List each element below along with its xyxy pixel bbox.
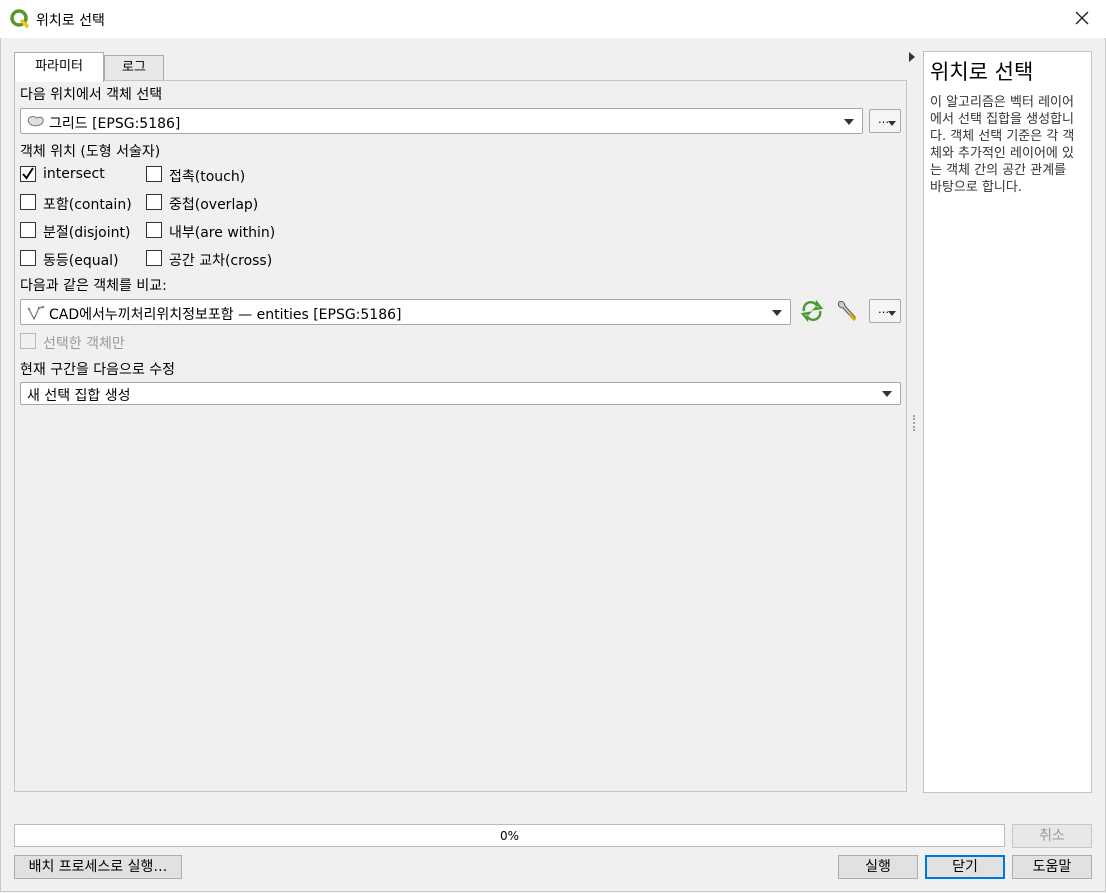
- progress-bar: 0%: [14, 824, 1005, 847]
- checkbox-overlap-label: 중첩(overlap): [169, 197, 259, 213]
- checkbox-touch[interactable]: [146, 166, 162, 182]
- checkbox-equal[interactable]: [20, 250, 36, 266]
- batch-process-button[interactable]: 배치 프로세스로 실행…: [14, 855, 182, 879]
- collapse-help-arrow-icon[interactable]: [909, 52, 915, 62]
- polygon-layer-icon: [27, 116, 44, 127]
- checkbox-intersect-label: intersect: [43, 166, 105, 182]
- help-body: 이 알고리즘은 벡터 레이어에서 선택 집합을 생성합니다. 객체 선택 기준은…: [930, 95, 1075, 195]
- checkbox-intersect[interactable]: [20, 166, 36, 182]
- checkbox-disjoint[interactable]: [20, 222, 36, 238]
- splitter-handle[interactable]: [913, 415, 917, 431]
- cancel-button[interactable]: 취소: [1012, 824, 1092, 848]
- checkbox-within[interactable]: [146, 222, 162, 238]
- parameters-panel: [14, 80, 907, 792]
- qgis-logo-icon: [10, 9, 30, 29]
- iterate-features-icon[interactable]: [799, 299, 825, 323]
- checkbox-contain[interactable]: [20, 194, 36, 210]
- checkbox-selected-only[interactable]: [20, 333, 36, 349]
- checkbox-contain-label: 포함(contain): [43, 197, 132, 213]
- progress-text: 0%: [499, 829, 520, 843]
- checkbox-overlap[interactable]: [146, 194, 162, 210]
- line-layer-icon: [27, 305, 45, 321]
- close-button[interactable]: 닫기: [925, 855, 1005, 879]
- checkbox-disjoint-label: 분절(disjoint): [43, 225, 131, 241]
- select-layer-combo[interactable]: 그리드 [EPSG:5186]: [20, 108, 863, 134]
- select-layer-value: 그리드 [EPSG:5186]: [49, 116, 181, 132]
- chevron-down-icon: [882, 391, 892, 397]
- compare-layer-value: CAD에서누끼처리위치정보포함 — entities [EPSG:5186]: [49, 307, 402, 323]
- window-title: 위치로 선택: [36, 13, 105, 29]
- chevron-down-icon: [888, 121, 896, 126]
- tab-parameters[interactable]: 파라미터: [14, 52, 104, 82]
- checkbox-cross[interactable]: [146, 250, 162, 266]
- title-bar: 위치로 선택: [0, 0, 1106, 38]
- compare-layer-options-button[interactable]: …: [869, 299, 901, 323]
- run-button[interactable]: 실행: [838, 855, 918, 879]
- select-layer-options-button[interactable]: …: [869, 109, 901, 133]
- checkbox-equal-label: 동등(equal): [43, 253, 119, 269]
- modify-selection-combo[interactable]: 새 선택 집합 생성: [20, 382, 901, 405]
- select-from-label: 다음 위치에서 객체 선택: [20, 87, 163, 103]
- help-button[interactable]: 도움말: [1012, 855, 1092, 879]
- modify-label: 현재 구간을 다음으로 수정: [20, 362, 176, 378]
- checkmark-icon: [22, 167, 34, 180]
- chevron-down-icon: [844, 119, 854, 125]
- checkbox-touch-label: 접촉(touch): [169, 169, 246, 185]
- compare-label: 다음과 같은 객체를 비교:: [20, 278, 167, 294]
- help-panel: 위치로 선택 이 알고리즘은 벡터 레이어에서 선택 집합을 생성합니다. 객체…: [923, 51, 1092, 793]
- checkbox-cross-label: 공간 교차(cross): [169, 253, 273, 269]
- chevron-down-icon: [888, 311, 896, 316]
- checkbox-within-label: 내부(are within): [169, 225, 276, 241]
- checkbox-selected-only-label: 선택한 객체만: [43, 336, 125, 352]
- predicate-label: 객체 위치 (도형 서술자): [20, 144, 161, 160]
- tab-parameters-label: 파라미터: [35, 59, 83, 74]
- modify-selection-value: 새 선택 집합 생성: [27, 388, 131, 404]
- chevron-down-icon: [772, 310, 782, 316]
- tab-log[interactable]: 로그: [104, 55, 164, 81]
- wrench-icon[interactable]: [835, 298, 861, 324]
- tab-log-label: 로그: [122, 60, 146, 75]
- help-title: 위치로 선택: [930, 60, 1034, 84]
- close-icon[interactable]: [1072, 8, 1092, 28]
- compare-layer-combo[interactable]: CAD에서누끼처리위치정보포함 — entities [EPSG:5186]: [20, 299, 791, 325]
